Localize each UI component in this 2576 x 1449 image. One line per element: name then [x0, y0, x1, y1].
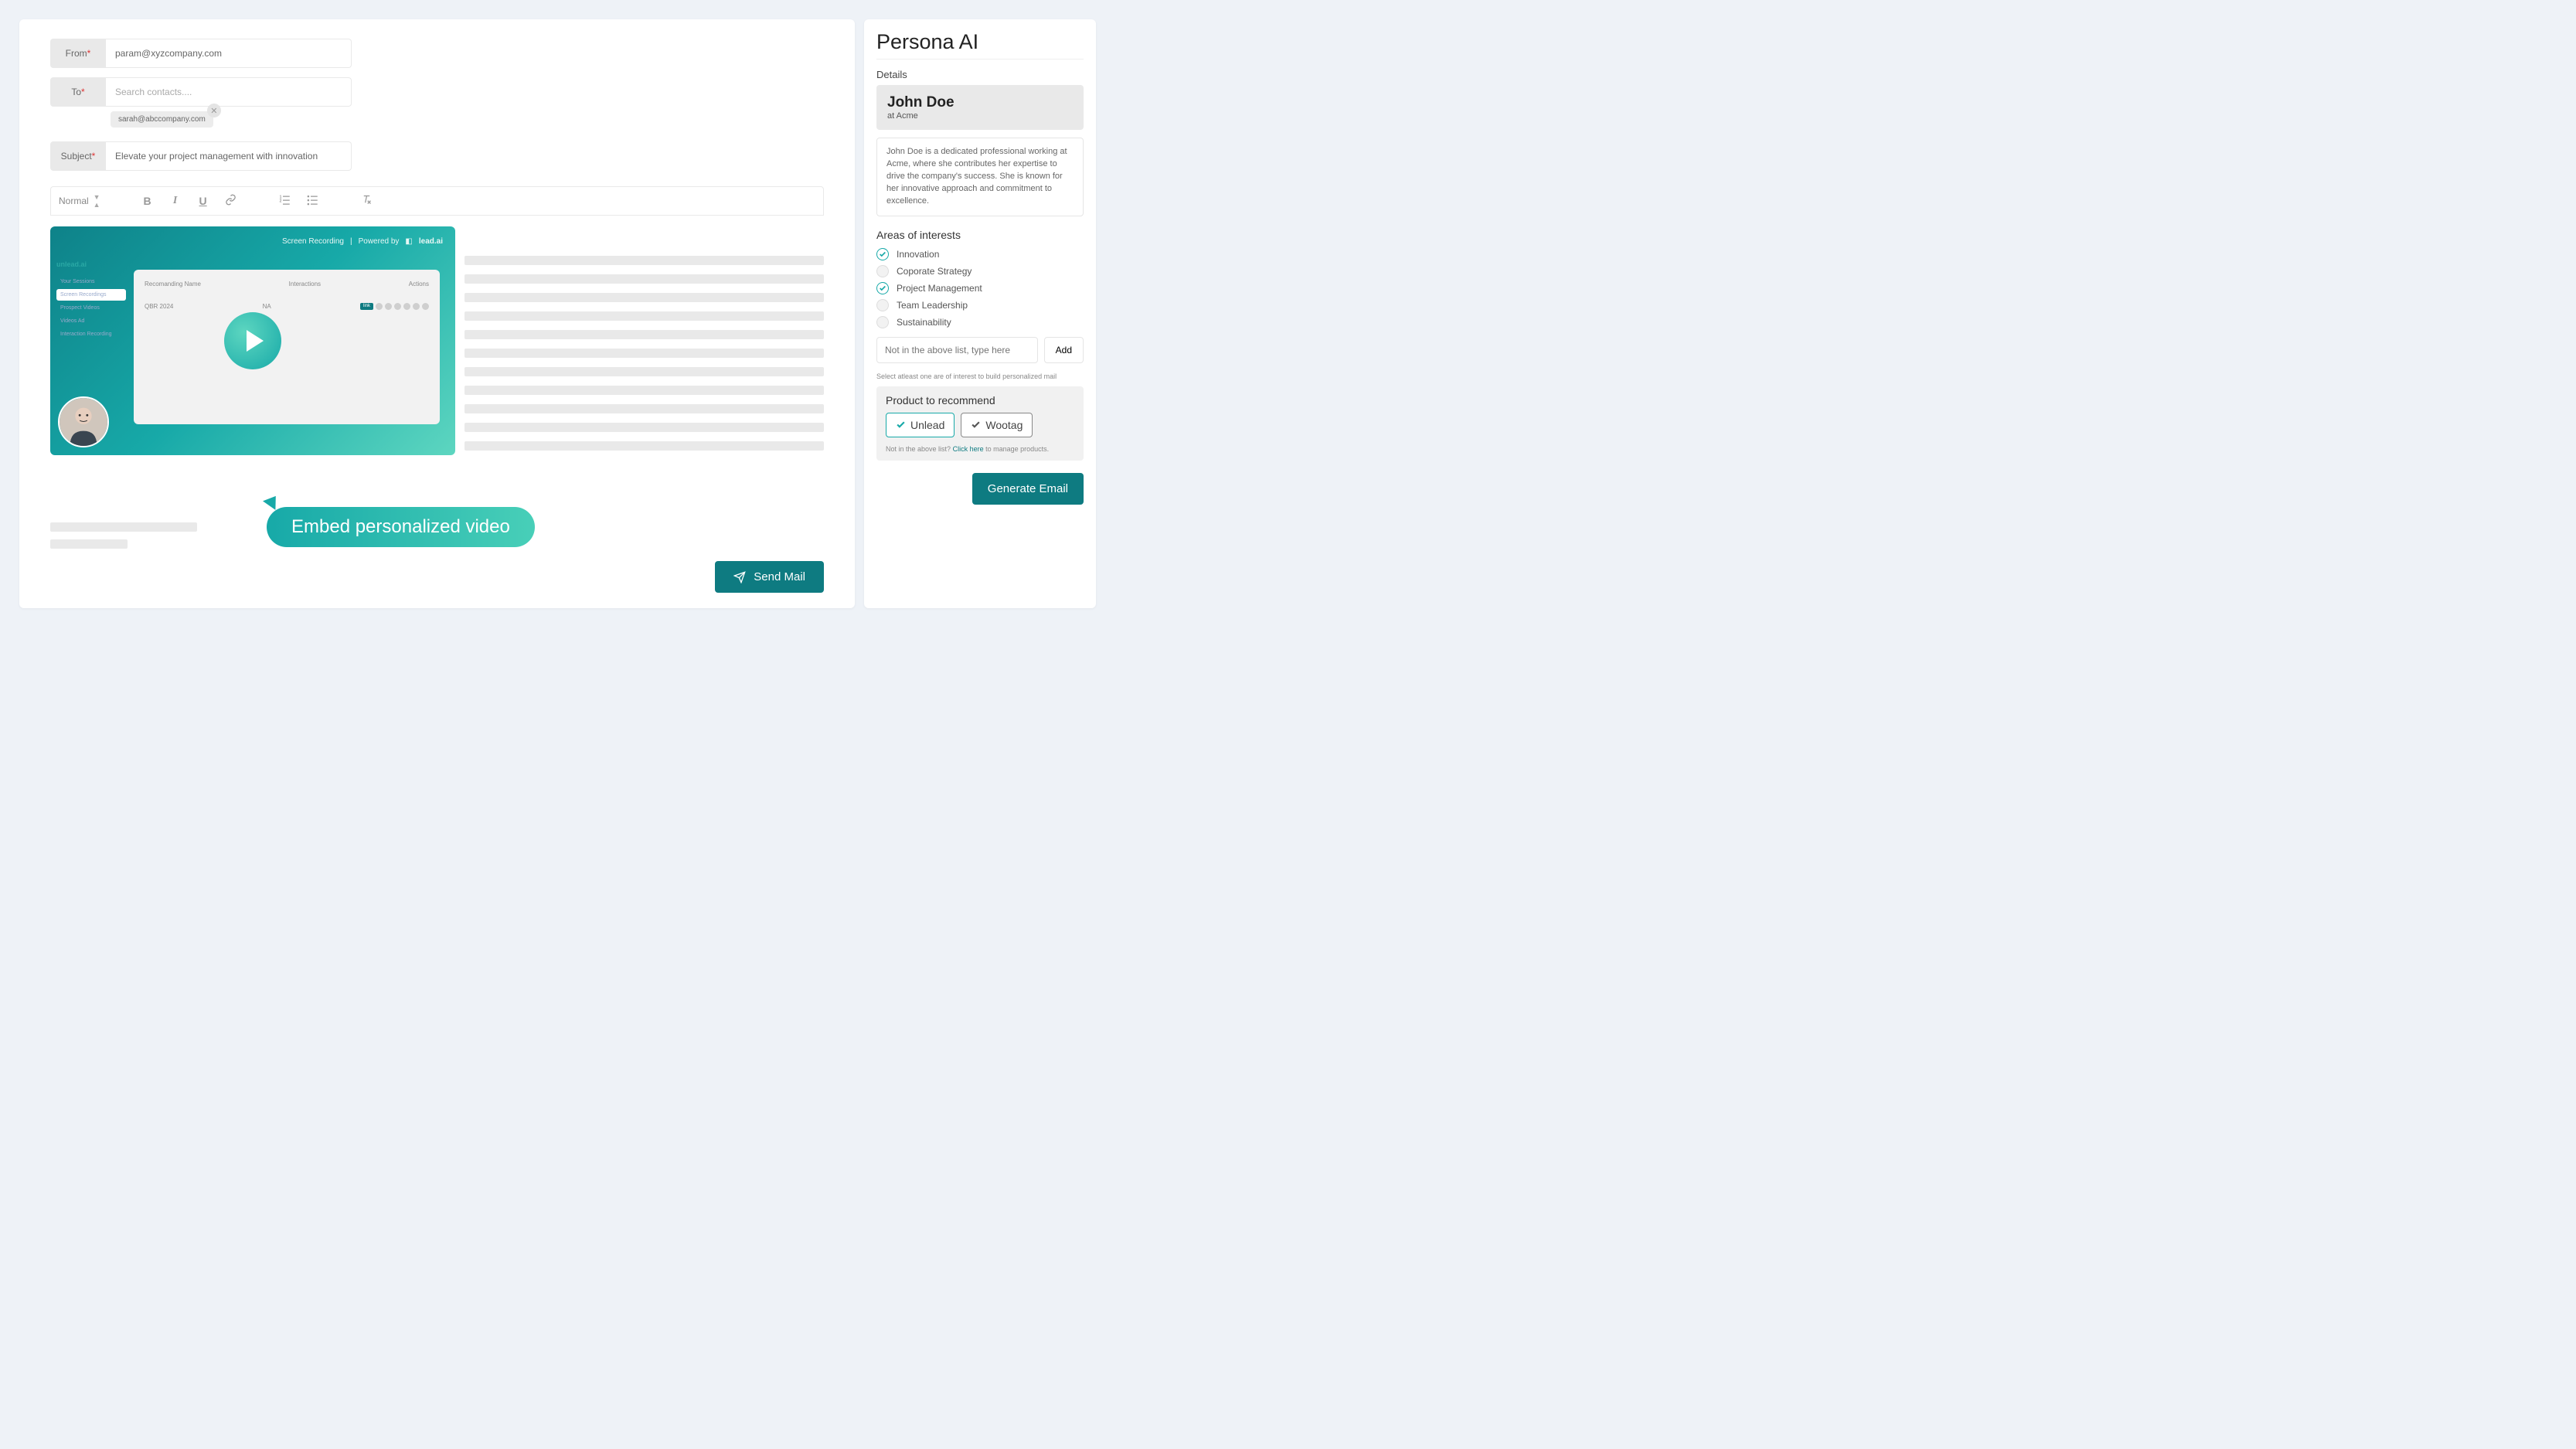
svg-text:2: 2 [280, 199, 282, 204]
remove-chip-icon[interactable]: ✕ [207, 104, 221, 117]
interest-item[interactable]: Coporate Strategy [876, 263, 1084, 280]
product-chip[interactable]: Unlead [886, 413, 955, 437]
caret-icon: ▼▲ [94, 193, 100, 209]
products-box: Product to recommend UnleadWootag Not in… [876, 386, 1084, 461]
style-value: Normal [59, 196, 89, 206]
style-dropdown[interactable]: Normal ▼▲ [59, 193, 100, 209]
video-inner-sidebar: unlead.ai Your Sessions Screen Recording… [56, 260, 126, 342]
clear-format-button[interactable] [360, 194, 374, 208]
body-placeholder [464, 226, 824, 507]
play-icon[interactable] [224, 312, 281, 369]
interest-label: Project Management [897, 283, 982, 294]
recipient-chip[interactable]: sarah@abccompany.com ✕ [111, 111, 213, 128]
send-icon [733, 571, 746, 583]
subject-row: Subject* [50, 141, 824, 171]
editor-body[interactable]: Screen Recording | Powered by ◧ lead.ai … [50, 216, 824, 507]
check-icon [971, 420, 981, 430]
interests-title: Areas of interests [876, 229, 1084, 241]
recipient-email: sarah@abccompany.com [118, 115, 206, 124]
interest-label: Team Leadership [897, 300, 968, 311]
checkbox-checked-icon[interactable] [876, 248, 889, 260]
to-row: To* [50, 77, 824, 107]
persona-title: Persona AI [876, 30, 1084, 60]
video-brand: lead.ai [419, 237, 443, 246]
interest-hint: Select atleast one are of interest to bu… [876, 372, 1084, 380]
from-label: From* [50, 39, 106, 68]
interest-item[interactable]: Project Management [876, 280, 1084, 297]
interest-label: Innovation [897, 249, 939, 260]
checkbox-checked-icon[interactable] [876, 282, 889, 294]
subject-label: Subject* [50, 141, 106, 171]
check-icon [896, 420, 906, 430]
add-interest-button[interactable]: Add [1044, 337, 1084, 363]
generate-email-button[interactable]: Generate Email [972, 473, 1084, 505]
add-interest-input[interactable] [876, 337, 1038, 363]
bold-button[interactable]: B [141, 195, 155, 207]
to-label: To* [50, 77, 106, 107]
checkbox-unchecked-icon[interactable] [876, 265, 889, 277]
interest-label: Sustainability [897, 317, 951, 328]
to-chip-area: sarah@abccompany.com ✕ [50, 111, 824, 128]
interests-list: Innovation Coporate Strategy Project Manag… [876, 246, 1084, 331]
video-header: Screen Recording | Powered by ◧ lead.ai [282, 237, 443, 246]
persona-org: at Acme [887, 111, 1073, 121]
products-title: Product to recommend [886, 394, 1074, 406]
video-inner-table: Recomanding Name Interactions Actions QB… [134, 270, 440, 424]
presenter-avatar [58, 396, 109, 447]
checkbox-unchecked-icon[interactable] [876, 299, 889, 311]
unordered-list-button[interactable] [306, 194, 320, 208]
subject-input[interactable] [106, 141, 352, 171]
embedded-video[interactable]: Screen Recording | Powered by ◧ lead.ai … [50, 226, 455, 455]
editor-toolbar: Normal ▼▲ B I U 12 [50, 186, 824, 216]
underline-button[interactable]: U [196, 195, 210, 207]
brand-glyph-icon: ◧ [405, 237, 412, 246]
persona-description: John Doe is a dedicated professional wor… [876, 138, 1084, 216]
checkbox-unchecked-icon[interactable] [876, 316, 889, 328]
manage-products-link[interactable]: Click here [953, 445, 984, 453]
persona-name: John Doe [887, 94, 1073, 111]
send-mail-button[interactable]: Send Mail [715, 561, 824, 593]
persona-card: John Doe at Acme [876, 85, 1084, 130]
interest-item[interactable]: Sustainability [876, 314, 1084, 331]
link-button[interactable] [224, 194, 238, 208]
product-chip[interactable]: Wootag [961, 413, 1033, 437]
interest-item[interactable]: Team Leadership [876, 297, 1084, 314]
from-row: From* [50, 39, 824, 68]
to-input[interactable] [106, 77, 352, 107]
interest-item[interactable]: Innovation [876, 246, 1084, 263]
ordered-list-button[interactable]: 12 [278, 194, 292, 208]
manage-products-note: Not in the above list? Click here to man… [886, 445, 1074, 453]
details-label: Details [876, 69, 1084, 80]
compose-panel: From* To* sarah@abccompany.com ✕ Subject… [19, 19, 855, 608]
italic-button[interactable]: I [168, 195, 182, 207]
from-input[interactable] [106, 39, 352, 68]
interest-label: Coporate Strategy [897, 266, 972, 277]
embed-video-callout: Embed personalized video [267, 507, 535, 547]
persona-panel: Persona AI Details John Doe at Acme John… [864, 19, 1096, 608]
